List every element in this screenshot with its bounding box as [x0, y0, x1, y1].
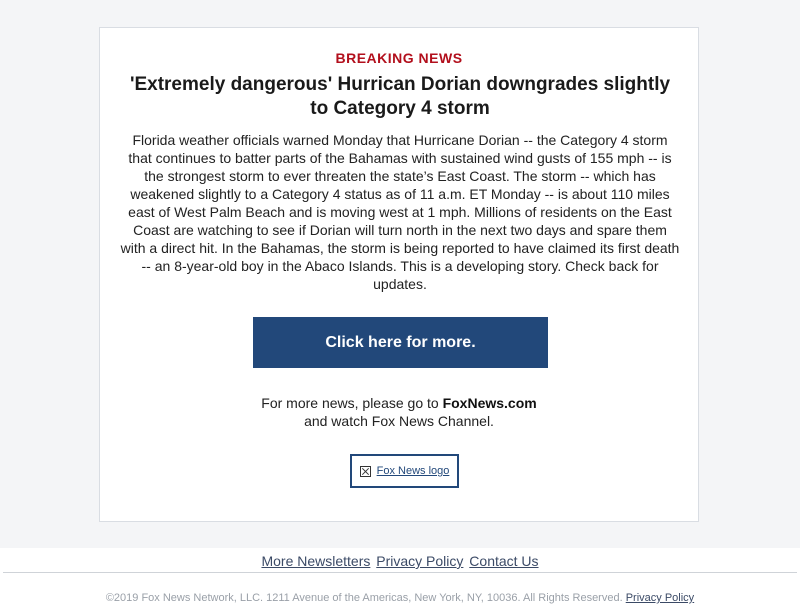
legal-privacy-link[interactable]: Privacy Policy [626, 592, 694, 604]
newsletter-card: BREAKING NEWS 'Extremely dangerous' Hurr… [99, 27, 699, 522]
foxnews-link[interactable]: FoxNews.com [443, 395, 537, 411]
footer-link-more-newsletters[interactable]: More Newsletters [261, 553, 370, 569]
logo-alt-text: Fox News logo [376, 465, 450, 477]
breaking-news-kicker: BREAKING NEWS [335, 50, 463, 66]
more-news-suffix: and watch Fox News Channel. [304, 413, 494, 429]
headline: 'Extremely dangerous' Hurrican Dorian do… [129, 74, 671, 119]
fox-news-logo-link[interactable]: Fox News logo [350, 454, 459, 488]
click-for-more-button[interactable]: Click here for more. [253, 317, 548, 368]
footer-link-contact-us[interactable]: Contact Us [469, 553, 538, 569]
more-news-prefix: For more news, please go to [261, 395, 443, 411]
footer-links: More Newsletters Privacy Policy Contact … [0, 553, 800, 569]
legal-text: ©2019 Fox News Network, LLC. 1211 Avenue… [105, 592, 623, 604]
footer-link-privacy-policy[interactable]: Privacy Policy [376, 553, 463, 569]
story-body: Florida weather officials warned Monday … [120, 132, 680, 292]
more-news-text: For more news, please go to FoxNews.com … [100, 394, 698, 430]
legal-footer: ©2019 Fox News Network, LLC. 1211 Avenue… [0, 592, 800, 604]
broken-image-icon [359, 465, 371, 477]
footer-divider [3, 572, 797, 573]
